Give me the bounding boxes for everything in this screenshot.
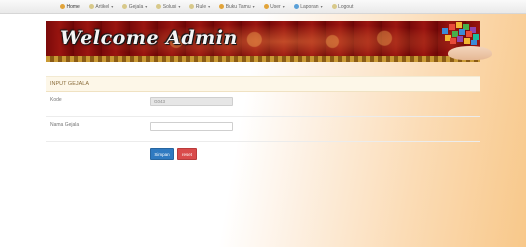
nama-gejala-row: Nama Gejala (46, 117, 480, 142)
nav-item-logout[interactable]: Logout (331, 3, 354, 10)
nav-item-gejala[interactable]: Gejala ▾ (122, 4, 147, 10)
nav-item-rule[interactable]: Rule ▾ (189, 4, 210, 10)
chevron-down-icon: ▾ (282, 4, 285, 9)
nav-item-label: Home (66, 3, 80, 10)
nav-item-buku-tamu[interactable]: Buku Tamu ▾ (219, 3, 255, 10)
nav-item-laporan[interactable]: Laporan ▾ (293, 3, 323, 10)
home-icon (60, 4, 65, 9)
nav-item-artikel[interactable]: Artikel ▾ (88, 3, 114, 10)
kode-field[interactable]: G043 (150, 97, 233, 106)
simpan-button[interactable]: Simpan (150, 148, 174, 160)
guestbook-icon (219, 4, 225, 9)
nav-item-label: Laporan (300, 3, 319, 10)
nav-item-label: User (270, 3, 281, 10)
kode-row: Kode G043 (46, 92, 480, 117)
nav-item-user[interactable]: User ▾ (263, 3, 285, 10)
chevron-down-icon: ▾ (320, 4, 323, 9)
nav-item-home[interactable]: Home (60, 4, 80, 10)
banner-title: Welcome Admin (60, 27, 238, 49)
top-navbar: Home Artikel ▾ Gejala ▾ Solusi ▾ Rule ▾ Buku Tamu… (0, 0, 526, 14)
apps-globe-graphic (442, 22, 479, 45)
chevron-down-icon: ▾ (208, 4, 211, 9)
nav-item-label: Gejala (128, 3, 144, 10)
rule-icon (189, 4, 195, 9)
nav-item-label: Solusi (162, 3, 177, 10)
nama-gejala-field[interactable] (150, 122, 233, 131)
report-icon (293, 4, 299, 9)
logout-icon (331, 4, 337, 9)
nav-item-label: Logout (338, 3, 354, 10)
article-icon (88, 4, 94, 9)
form-actions: Simpan reset (46, 142, 480, 162)
nav-item-label: Buku Tamu (225, 3, 251, 10)
solution-icon (156, 4, 162, 9)
chevron-down-icon: ▾ (252, 4, 255, 9)
nama-gejala-label: Nama Gejala (50, 122, 80, 128)
symptom-icon (122, 4, 128, 9)
chevron-down-icon: ▾ (145, 4, 148, 9)
user-icon (263, 4, 269, 9)
chevron-down-icon: ▾ (111, 4, 114, 9)
kode-label: Kode (50, 97, 62, 103)
welcome-banner: Welcome Admin (46, 21, 480, 62)
nav-item-solusi[interactable]: Solusi ▾ (156, 4, 180, 10)
chevron-down-icon: ▾ (178, 4, 181, 9)
nav-item-label: Rule (195, 3, 207, 10)
nav-item-label: Artikel (95, 3, 110, 10)
reset-button[interactable]: reset (177, 148, 197, 160)
banner-gold-border (46, 56, 480, 62)
panel-heading: INPUT GEJALA (46, 76, 480, 92)
input-gejala-panel: INPUT GEJALA Kode G043 Nama Gejala Simpa… (46, 76, 480, 162)
